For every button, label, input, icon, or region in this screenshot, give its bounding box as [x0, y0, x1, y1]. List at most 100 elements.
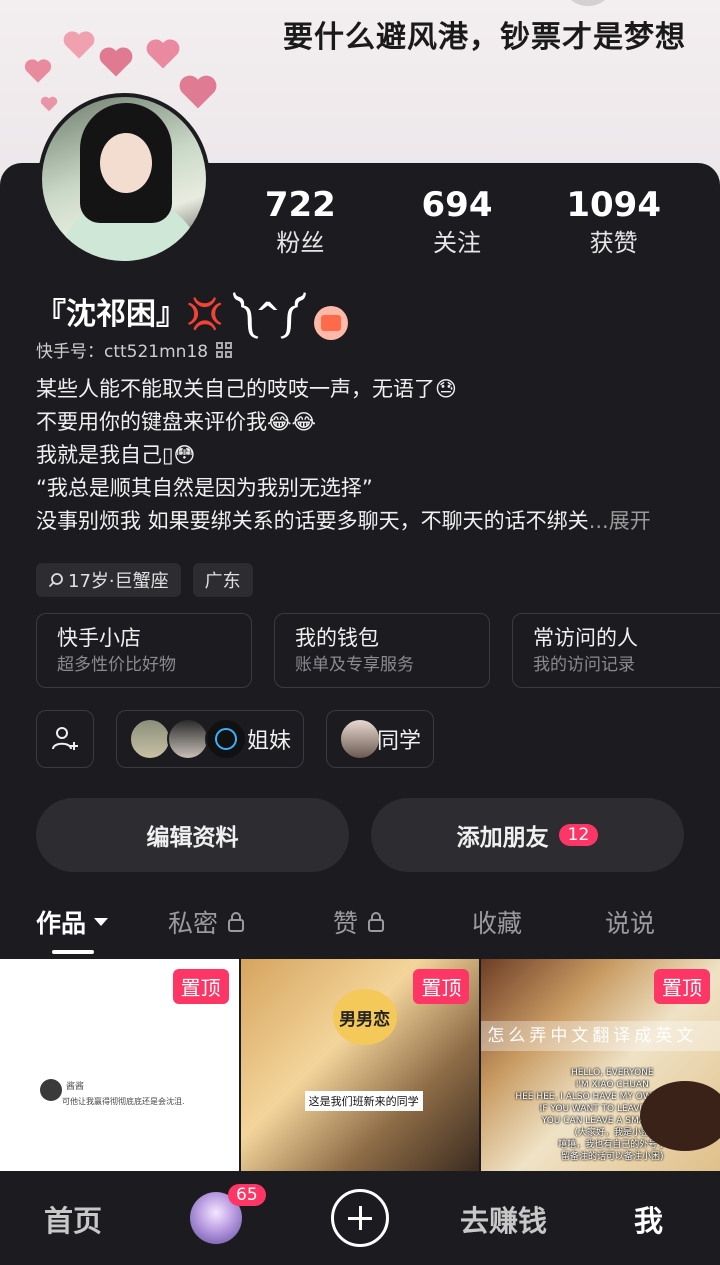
tab-works[interactable]: 作品: [36, 898, 109, 946]
lock-icon: [368, 912, 385, 932]
friend-group-sisters[interactable]: 姐妹: [116, 710, 305, 768]
avatar-face: [100, 133, 152, 193]
card-subtitle: 账单及专享服务: [295, 655, 414, 675]
tile-caption: 可他让我赢得彻彻底底还是会沈沮.: [62, 1097, 185, 1106]
friend-groups: 姐妹 同学: [36, 710, 435, 768]
tab-likes[interactable]: 赞: [333, 898, 386, 946]
avatar: [40, 1079, 62, 1101]
pinned-badge: 置顶: [654, 969, 711, 1004]
action-buttons: 编辑资料 添加朋友 12: [36, 798, 684, 872]
nav-home[interactable]: 首页: [44, 1198, 102, 1240]
user-id-text: 快手号：ctt521mn18: [36, 342, 209, 362]
card-wallet[interactable]: 我的钱包 账单及专享服务: [274, 613, 490, 688]
tile-title: 怎么弄中文翻译成英文: [481, 1021, 720, 1051]
tag-label: 17岁·巨蟹座: [68, 571, 169, 592]
work-tile[interactable]: 怎么弄中文翻译成英文 HELLO, EVERYONE I'M XIAO CHUA…: [481, 959, 720, 1171]
tab-label: 作品: [36, 909, 87, 938]
tile-image: [640, 1081, 720, 1151]
tab-private[interactable]: 私密: [168, 898, 246, 946]
tag-location[interactable]: 广东: [192, 563, 253, 597]
bio-line: 某些人能不能取关自己的吱吱一声，无语了😓: [36, 377, 457, 401]
content-tabs: 作品 私密 赞 收藏 说说: [0, 898, 720, 958]
tab-favorites[interactable]: 收藏: [472, 898, 522, 946]
pinned-badge: 置顶: [172, 969, 229, 1004]
tab-label: 赞: [333, 909, 359, 938]
card-title: 快手小店: [57, 626, 141, 650]
nav-me[interactable]: 我: [634, 1198, 663, 1240]
stat-following[interactable]: 694 关注: [379, 183, 536, 259]
tag-label: 广东: [204, 571, 241, 592]
cover-decoration: [566, 0, 610, 6]
add-friend-button[interactable]: 添加朋友 12: [371, 798, 684, 872]
nav-earn[interactable]: 去赚钱: [460, 1198, 547, 1240]
qr-code-icon[interactable]: [216, 341, 233, 358]
avatar: [205, 718, 247, 760]
avatar: [167, 718, 209, 760]
pinned-badge: 置顶: [413, 969, 470, 1004]
tile-title: 男男恋: [332, 989, 397, 1045]
card-title: 我的钱包: [295, 626, 379, 650]
card-visitors[interactable]: 常访问的人 我的访问记录: [512, 613, 720, 688]
create-plus-icon[interactable]: [331, 1189, 389, 1247]
bio-line-last: 没事别烦我 如果要绑关系的话要多聊天，不聊天的话不绑关...展开: [36, 505, 686, 538]
bio-line: 没事别烦我 如果要绑关系的话要多聊天，不聊天的话不绑关: [36, 509, 589, 533]
tab-active-indicator: [52, 950, 94, 954]
stat-value: 694: [421, 185, 493, 225]
service-cards: 快手小店 超多性价比好物 我的钱包 账单及专享服务 常访问的人 我的访问记录: [36, 613, 720, 688]
tile-author: 酱酱: [66, 1082, 85, 1092]
stat-label: 获赞: [589, 229, 638, 257]
bio: 某些人能不能取关自己的吱吱一声，无语了😓 不要用你的键盘来评价我😂😂 我就是我自…: [36, 373, 686, 538]
friend-group-label: 同学: [377, 729, 422, 754]
edit-profile-button[interactable]: 编辑资料: [36, 798, 349, 872]
shop-badge-icon[interactable]: [314, 306, 349, 340]
heart-icon: [178, 74, 218, 110]
bio-line: 不要用你的键盘来评价我😂😂: [36, 410, 317, 434]
add-friend-icon-button[interactable]: [36, 710, 94, 768]
stat-label: 粉丝: [276, 229, 325, 257]
stat-label: 关注: [433, 229, 481, 257]
heart-icon: [24, 58, 52, 84]
card-subtitle: 我的访问记录: [533, 655, 635, 675]
works-grid: 酱酱 可他让我赢得彻彻底底还是会沈沮. 置顶 男男恋 这是我们班新来的同学 置顶…: [0, 959, 720, 1171]
caret-down-icon: [94, 918, 109, 926]
work-tile[interactable]: 男男恋 这是我们班新来的同学 置顶: [240, 959, 480, 1171]
user-id[interactable]: 快手号：ctt521mn18: [36, 337, 233, 362]
button-label: 编辑资料: [146, 825, 239, 851]
profile-panel: 722 粉丝 694 关注 1094 获赞 『沈祁困』💢 ༽^༼ 快手号：ctt…: [0, 93, 720, 1265]
bio-line: “我总是顺其自然是因为我别无选择”: [36, 476, 373, 500]
heart-icon: [62, 30, 96, 60]
stat-followers[interactable]: 722 粉丝: [222, 183, 379, 259]
avatar: [339, 718, 382, 760]
friend-group-label: 姐妹: [247, 729, 292, 754]
avatar: [129, 718, 171, 760]
nav-avatar-badge: 65: [228, 1184, 266, 1206]
stat-likes[interactable]: 1094 获赞: [535, 183, 692, 259]
bottom-navigation: 首页 65 去赚钱 我: [0, 1172, 720, 1265]
tab-posts[interactable]: 说说: [605, 898, 655, 946]
stat-value: 1094: [566, 185, 661, 225]
bio-expand-link[interactable]: ...展开: [589, 509, 651, 533]
add-user-icon: [52, 727, 78, 750]
card-shop[interactable]: 快手小店 超多性价比好物: [36, 613, 252, 688]
stat-value: 722: [264, 185, 336, 225]
card-title: 常访问的人: [533, 626, 638, 650]
heart-icon: [145, 38, 181, 70]
tab-label: 说说: [605, 909, 656, 938]
tab-label: 收藏: [472, 909, 523, 938]
tab-label: 私密: [168, 909, 219, 938]
card-subtitle: 超多性价比好物: [57, 655, 176, 675]
tile-caption: 这是我们班新来的同学: [304, 1091, 423, 1111]
heart-icon: [98, 46, 134, 78]
search-icon: [48, 573, 63, 588]
button-label: 添加朋友: [456, 825, 549, 851]
tag-age-zodiac[interactable]: 17岁·巨蟹座: [36, 563, 181, 597]
heart-icon: [40, 96, 58, 112]
bio-line: 我就是我自己▯😳: [36, 443, 196, 467]
stats-row: 722 粉丝 694 关注 1094 获赞: [222, 183, 692, 259]
work-tile[interactable]: 酱酱 可他让我赢得彻彻底底还是会沈沮. 置顶: [0, 959, 239, 1171]
profile-avatar[interactable]: [38, 93, 210, 265]
lock-icon: [228, 912, 245, 932]
friend-group-classmates[interactable]: 同学: [326, 710, 435, 768]
add-friend-badge: 12: [558, 824, 599, 846]
profile-tags: 17岁·巨蟹座 广东: [36, 563, 253, 597]
